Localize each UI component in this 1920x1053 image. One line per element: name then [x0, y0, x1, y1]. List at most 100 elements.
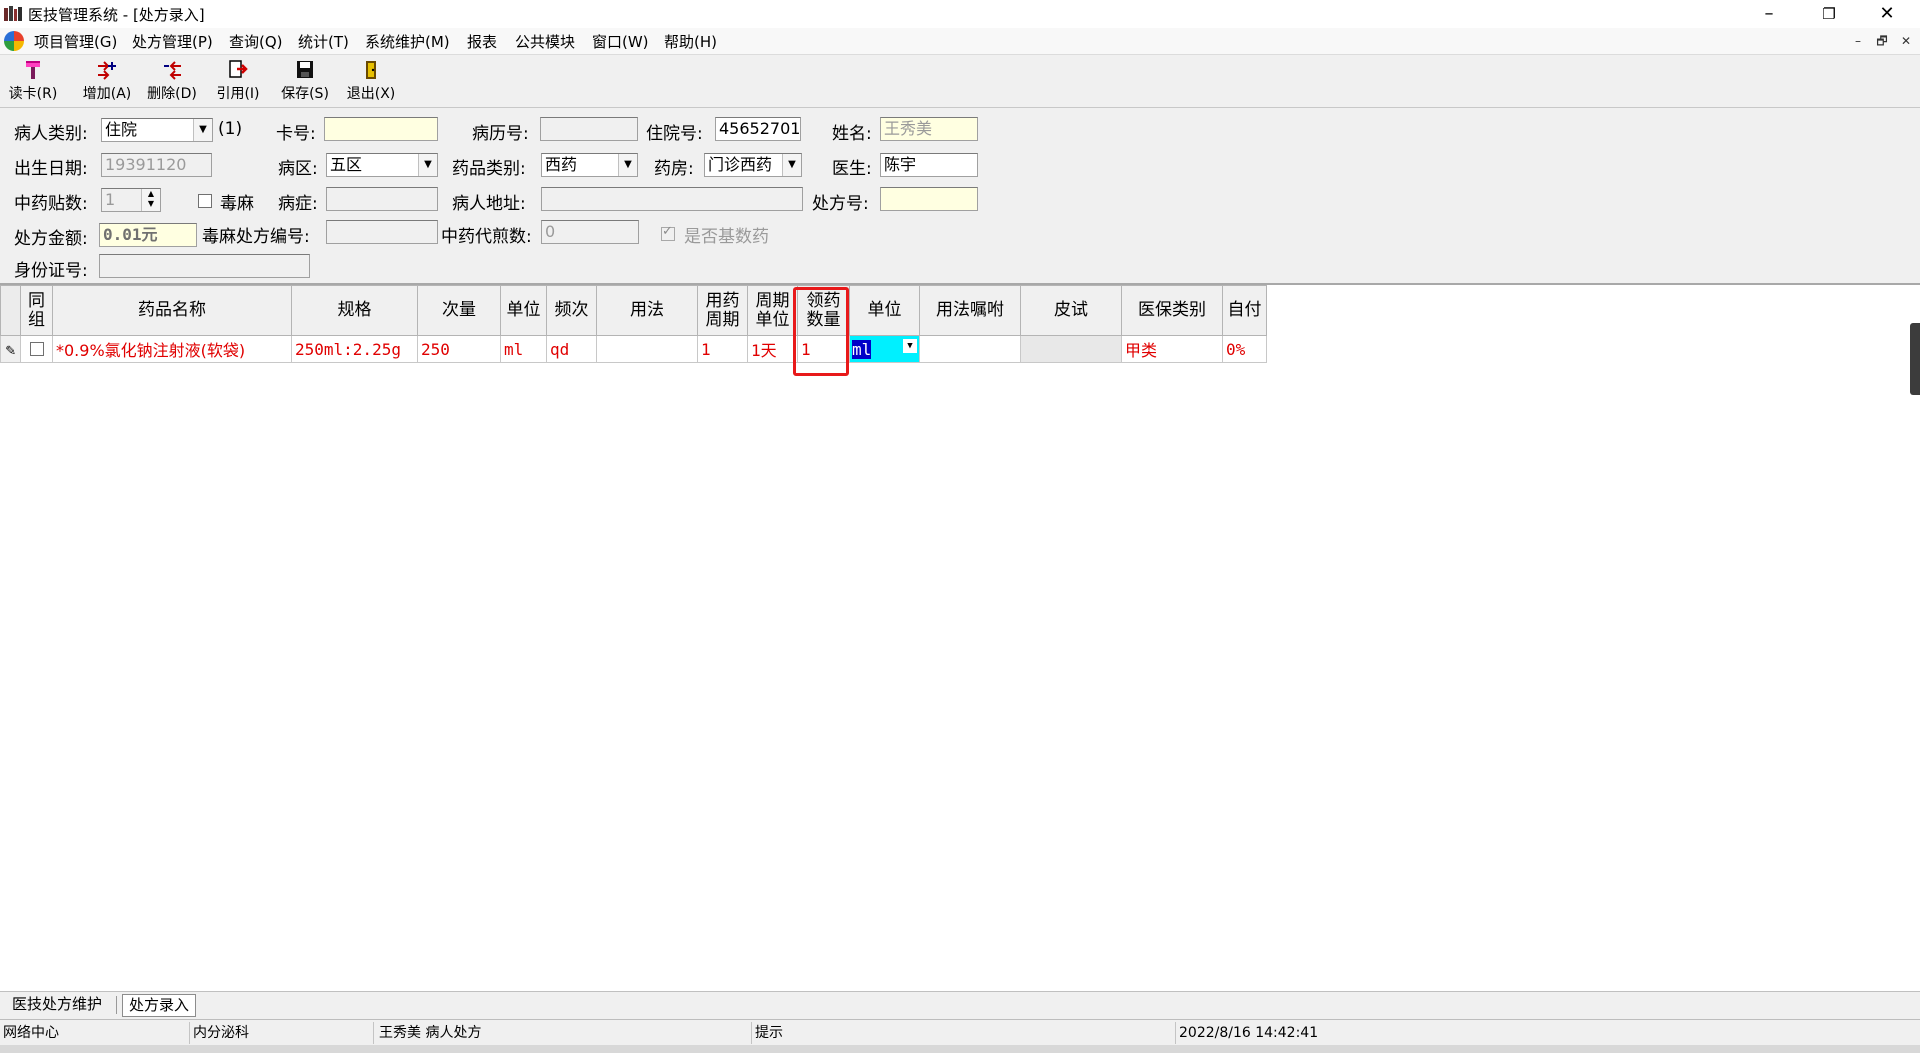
col-header-dose-unit[interactable]: 单位: [500, 285, 547, 336]
card-no-field[interactable]: [324, 117, 438, 141]
status-patient-rx: 王秀美 病人处方: [376, 1022, 752, 1044]
mdi-minimize-button[interactable]: –: [1850, 33, 1866, 49]
rx-no-field[interactable]: [880, 187, 978, 211]
minimize-button[interactable]: –: [1742, 0, 1796, 28]
menu-item-reports[interactable]: 报表: [467, 31, 497, 52]
spin-arrows-icon[interactable]: ▲ ▼: [141, 189, 160, 211]
narcotic-checkbox[interactable]: [198, 194, 212, 208]
col-header-instructions[interactable]: 用法嘱咐: [919, 285, 1021, 336]
toolbar: 读卡(R) 增加(A) 删除(D) 引用(I) 保存(S) 退出(X): [0, 55, 1920, 108]
menu-item-public[interactable]: 公共模块: [515, 31, 575, 52]
restore-button[interactable]: ❐: [1802, 0, 1856, 28]
tab-divider: [116, 996, 117, 1014]
delete-button[interactable]: 删除(D): [141, 57, 203, 105]
col-header-drug-name[interactable]: 药品名称: [52, 285, 292, 336]
patient-type-select[interactable]: 住院 ▼: [101, 118, 213, 142]
birth-date-field[interactable]: 19391120: [101, 153, 212, 177]
col-header-skin-test[interactable]: 皮试: [1020, 285, 1122, 336]
drug-category-select[interactable]: 西药 ▼: [541, 153, 638, 177]
col-header-period-unit[interactable]: 周期 单位: [747, 285, 798, 336]
herb-count-stepper[interactable]: 1 ▲ ▼: [101, 188, 161, 212]
narcotic-rx-no-field[interactable]: [326, 220, 438, 244]
chevron-down-icon[interactable]: ▼: [903, 339, 917, 353]
address-field[interactable]: [541, 187, 803, 211]
prescription-grid: 同组 药品名称 规格 次量 单位 频次 用法 用药 周期 周期 单位 领药 数量 单位…: [0, 283, 1920, 993]
diagnosis-field[interactable]: [326, 187, 438, 211]
skin-test-cell[interactable]: [1020, 335, 1122, 363]
dose-cell[interactable]: 250: [417, 335, 501, 363]
status-center: 网络中心: [0, 1022, 190, 1044]
usage-cell[interactable]: [596, 335, 698, 363]
reference-button[interactable]: 引用(I): [207, 57, 269, 105]
dispense-qty-cell[interactable]: 1: [797, 335, 850, 363]
group-cell[interactable]: [20, 335, 53, 363]
col-header-usage[interactable]: 用法: [596, 285, 698, 336]
menu-item-project[interactable]: 项目管理(G): [34, 31, 117, 52]
col-header-period[interactable]: 用药 周期: [697, 285, 748, 336]
inpatient-no-field[interactable]: 45652701: [715, 117, 801, 141]
decoction-count-label: 中药代煎数:: [441, 227, 532, 247]
col-header-self-pay[interactable]: 自付: [1222, 285, 1267, 336]
drug-category-label: 药品类别:: [452, 159, 526, 179]
drug-name-cell[interactable]: *0.9%氯化钠注射液(软袋): [52, 335, 292, 363]
mdi-restore-button[interactable]: 🗗: [1874, 33, 1890, 49]
narcotic-label: 毒麻: [220, 194, 254, 214]
menu-item-system[interactable]: 系统维护(M): [365, 31, 450, 52]
frequency-cell[interactable]: qd: [546, 335, 597, 363]
chevron-down-icon[interactable]: ▼: [193, 119, 212, 141]
chevron-down-icon[interactable]: ▼: [618, 154, 637, 176]
essential-drug-checkbox[interactable]: [661, 224, 675, 241]
spec-cell[interactable]: 250ml:2.25g: [291, 335, 418, 363]
prescription-table: 同组 药品名称 规格 次量 单位 频次 用法 用药 周期 周期 单位 领药 数量 单位…: [0, 285, 1267, 363]
add-icon: [98, 61, 116, 80]
table-row[interactable]: ✎ *0.9%氯化钠注射液(软袋) 250ml:2.25g 250 ml qd …: [0, 335, 1267, 363]
herb-count-label: 中药贴数:: [14, 194, 88, 214]
mdi-close-button[interactable]: ✕: [1898, 33, 1914, 49]
dispense-unit-cell[interactable]: ml ▼: [849, 335, 920, 363]
window-tabs: 医技处方维护 处方录入: [0, 991, 1920, 1017]
menu-item-prescription[interactable]: 处方管理(P): [132, 31, 213, 52]
close-button[interactable]: ✕: [1860, 0, 1914, 28]
tab-rx-maintenance[interactable]: 医技处方维护: [6, 994, 108, 1015]
decoction-count-field[interactable]: 0: [541, 220, 639, 244]
menu-item-query[interactable]: 查询(Q): [229, 31, 283, 52]
menu-item-help[interactable]: 帮助(H): [664, 31, 717, 52]
col-header-dose[interactable]: 次量: [417, 285, 501, 336]
patient-type-label: 病人类别:: [14, 124, 88, 144]
system-logo-icon[interactable]: [4, 31, 24, 51]
insurance-cell[interactable]: 甲类: [1121, 335, 1223, 363]
col-header-frequency[interactable]: 频次: [546, 285, 597, 336]
read-card-button[interactable]: 读卡(R): [2, 57, 64, 105]
col-header-dispense-qty[interactable]: 领药 数量: [797, 285, 850, 336]
col-header-dispense-unit[interactable]: 单位: [849, 285, 920, 336]
menu-item-statistics[interactable]: 统计(T): [298, 31, 349, 52]
exit-button[interactable]: 退出(X): [340, 57, 402, 105]
self-pay-cell[interactable]: 0%: [1222, 335, 1267, 363]
tab-rx-entry[interactable]: 处方录入: [122, 994, 197, 1017]
chevron-down-icon[interactable]: ▼: [782, 154, 801, 176]
menu-item-window[interactable]: 窗口(W): [592, 31, 649, 52]
instructions-cell[interactable]: [919, 335, 1021, 363]
save-button[interactable]: 保存(S): [274, 57, 336, 105]
dose-unit-cell[interactable]: ml: [500, 335, 547, 363]
status-hint: 提示: [752, 1022, 1176, 1044]
scroll-handle[interactable]: [1910, 323, 1920, 395]
add-button[interactable]: 增加(A): [76, 57, 138, 105]
name-field[interactable]: 王秀美: [880, 117, 978, 141]
group-checkbox[interactable]: [29, 341, 44, 356]
doctor-field[interactable]: 陈宇: [880, 153, 978, 177]
row-edit-icon: ✎: [0, 335, 21, 363]
window-title: 医技管理系统 - [处方录入]: [28, 6, 205, 24]
col-header-insurance[interactable]: 医保类别: [1121, 285, 1223, 336]
ward-select[interactable]: 五区 ▼: [326, 153, 438, 177]
col-header-group[interactable]: 同组: [20, 285, 53, 336]
id-card-field[interactable]: [99, 254, 310, 278]
title-bar: 医技管理系统 - [处方录入] – ❐ ✕: [0, 0, 1920, 28]
pharmacy-select[interactable]: 门诊西药 ▼: [704, 153, 802, 177]
period-cell[interactable]: 1: [697, 335, 748, 363]
period-unit-cell[interactable]: 1天: [747, 335, 798, 363]
record-no-field[interactable]: [540, 117, 638, 141]
reference-icon: [229, 60, 248, 78]
col-header-spec[interactable]: 规格: [291, 285, 418, 336]
chevron-down-icon[interactable]: ▼: [418, 154, 437, 176]
